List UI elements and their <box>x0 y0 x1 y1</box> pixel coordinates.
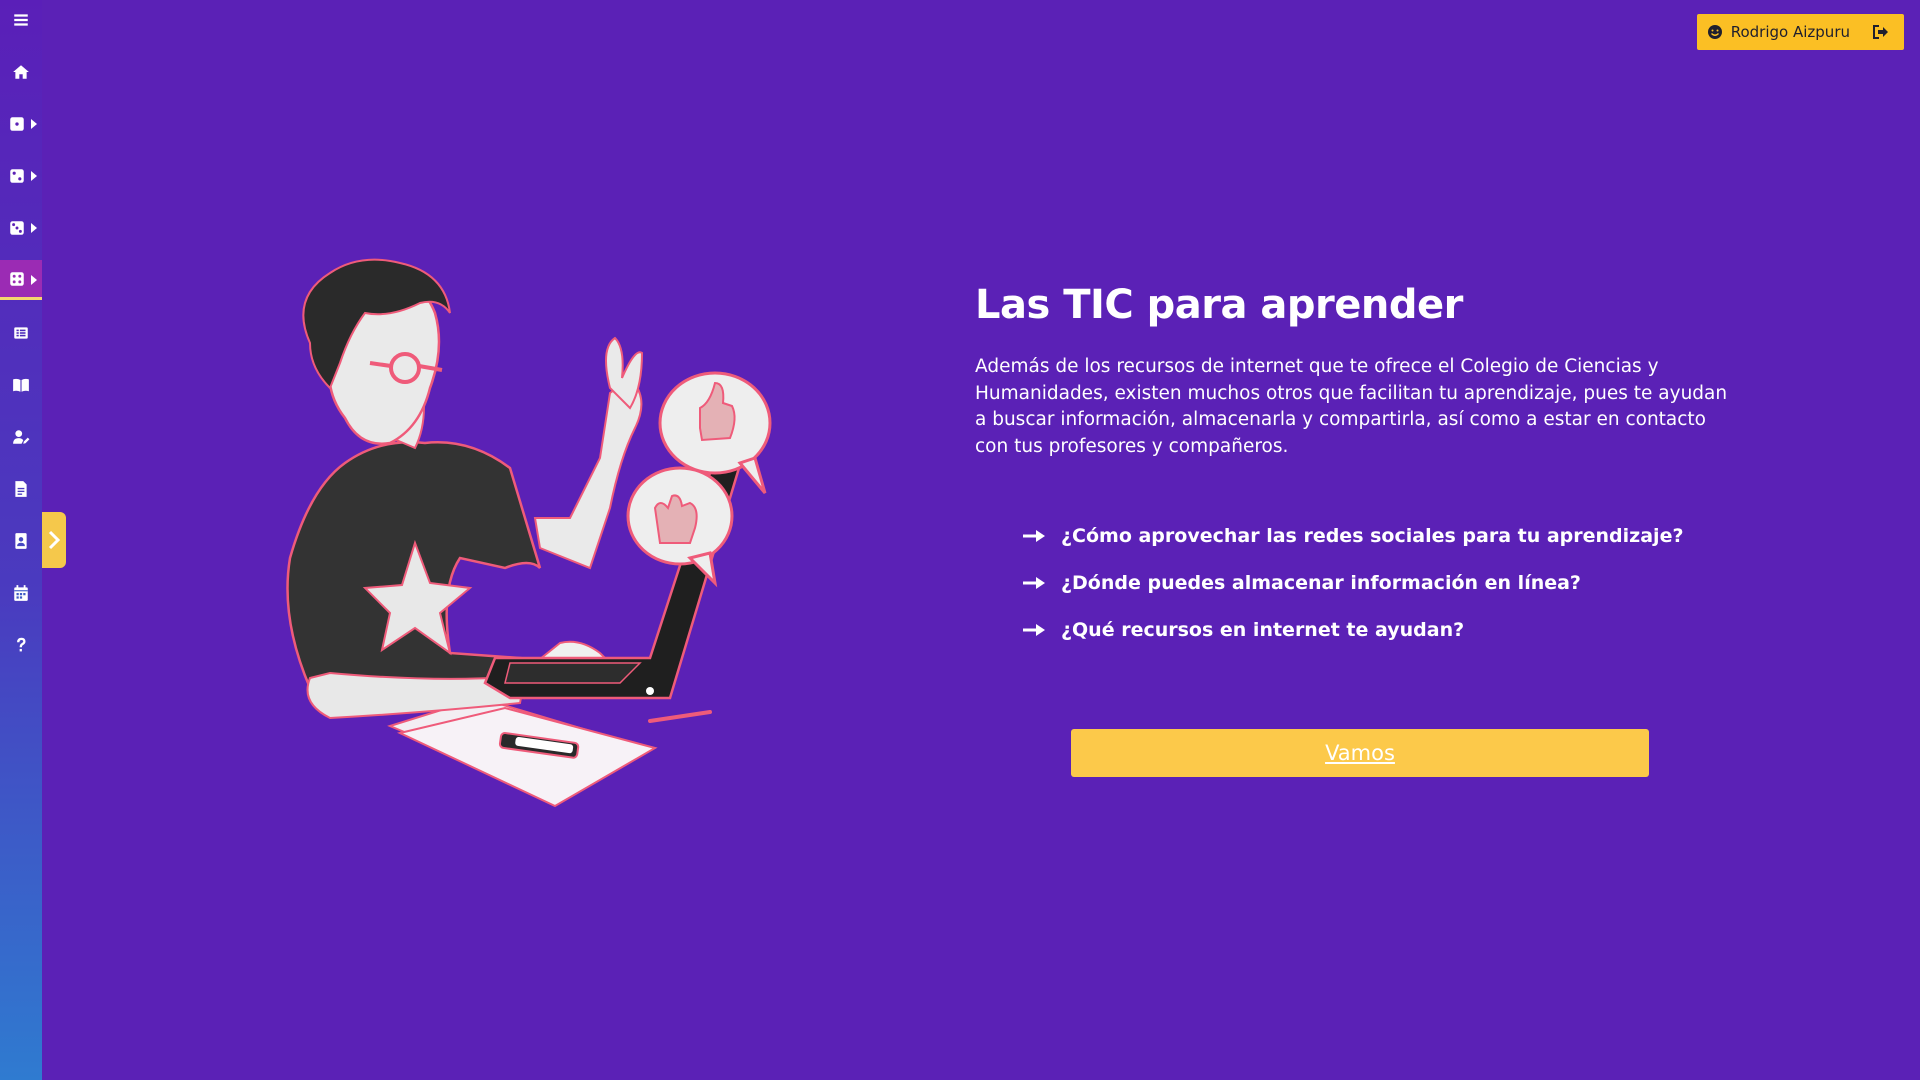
vamos-button[interactable]: Vamos <box>1071 729 1649 777</box>
page-title: Las TIC para aprender <box>975 282 1463 328</box>
contact-card-icon <box>15 533 27 549</box>
sidebar-item-document[interactable] <box>0 469 42 509</box>
sidebar-item-home[interactable] <box>0 52 42 92</box>
sidebar-item-book[interactable] <box>0 365 42 405</box>
sidebar-expand-button[interactable] <box>42 512 66 568</box>
hamburger-icon <box>14 14 28 26</box>
topic-link-label: ¿Cómo aprovechar las redes sociales para… <box>1061 524 1684 547</box>
user-menu-button[interactable]: Rodrigo Aizpuru <box>1696 14 1904 50</box>
dice-one-icon <box>10 117 24 131</box>
page-description: Además de los recursos de internet que t… <box>975 356 1728 457</box>
dice-two-icon <box>10 169 24 183</box>
arrow-right-icon <box>1023 623 1045 636</box>
student-laptop-illustration <box>286 258 772 808</box>
sidebar <box>0 0 42 1080</box>
chevron-right-icon <box>48 530 61 550</box>
sidebar-item-contact[interactable] <box>0 521 42 561</box>
user-name: Rodrigo Aizpuru <box>1730 23 1850 41</box>
logout-icon[interactable] <box>1872 24 1890 40</box>
file-icon <box>15 481 27 497</box>
topic-link-label: ¿Dónde puedes almacenar información en l… <box>1061 571 1581 594</box>
dice-four-icon <box>10 271 24 286</box>
topic-link-label: ¿Qué recursos en internet te ayudan? <box>1061 618 1465 641</box>
smile-icon <box>1707 25 1722 39</box>
person-graphic <box>286 258 644 720</box>
topic-links: ¿Cómo aprovechar las redes sociales para… <box>975 512 1735 653</box>
sidebar-item-unit-2[interactable] <box>0 156 42 196</box>
sidebar-item-help[interactable] <box>0 625 42 665</box>
menu-toggle-button[interactable] <box>0 0 42 40</box>
papers-graphic <box>387 696 712 808</box>
topic-link-online-storage[interactable]: ¿Dónde puedes almacenar información en l… <box>1023 559 1735 606</box>
chevron-right-icon <box>31 275 37 285</box>
chevron-right-icon <box>31 119 37 129</box>
topic-link-internet-resources[interactable]: ¿Qué recursos en internet te ayudan? <box>1023 606 1735 653</box>
question-icon <box>17 637 26 652</box>
home-icon <box>13 65 29 79</box>
arrow-right-icon <box>1023 529 1045 542</box>
calendar-icon <box>14 585 28 601</box>
dice-three-icon <box>10 221 24 235</box>
list-icon <box>14 327 28 339</box>
book-icon <box>13 378 29 392</box>
sidebar-item-user-edit[interactable] <box>0 417 42 457</box>
sidebar-item-list[interactable] <box>0 313 42 353</box>
sidebar-item-unit-3[interactable] <box>0 208 42 248</box>
chevron-right-icon <box>31 171 37 181</box>
sidebar-item-unit-4[interactable] <box>0 260 42 300</box>
sidebar-item-calendar[interactable] <box>0 573 42 613</box>
user-edit-icon <box>13 430 30 444</box>
chevron-right-icon <box>31 223 37 233</box>
sidebar-item-unit-1[interactable] <box>0 104 42 144</box>
intro-section: Las TIC para aprender Además de los recu… <box>975 282 1735 653</box>
topic-link-social-networks[interactable]: ¿Cómo aprovechar las redes sociales para… <box>1023 512 1735 559</box>
arrow-right-icon <box>1023 576 1045 589</box>
